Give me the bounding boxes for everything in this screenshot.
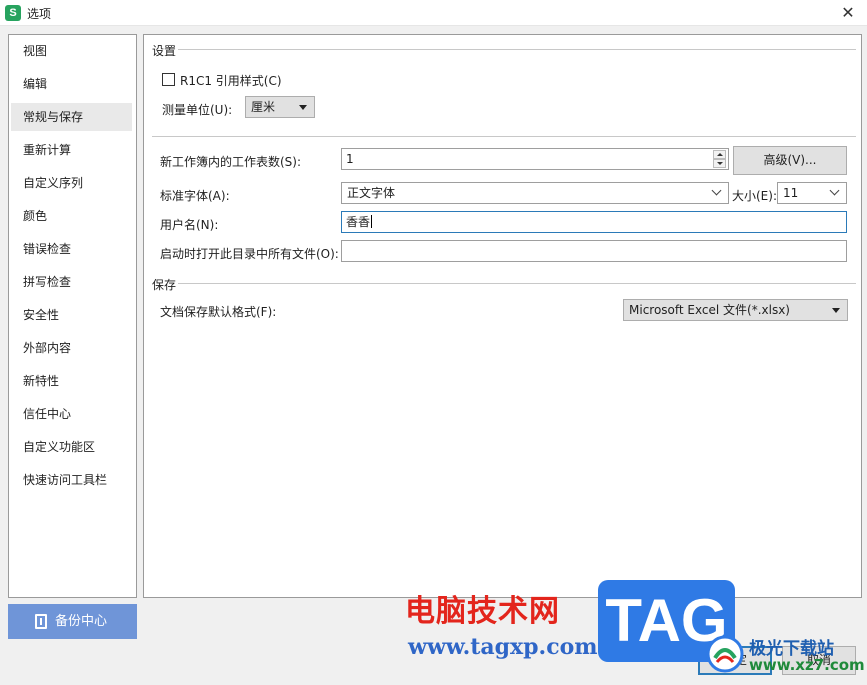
unit-label: 测量单位(U):: [162, 103, 233, 117]
spinner[interactable]: [713, 150, 726, 168]
sidebar-item-custom-lists[interactable]: 自定义序列: [11, 169, 132, 197]
save-divider: [178, 283, 856, 284]
backup-center-button[interactable]: 备份中心: [8, 604, 137, 639]
sidebar-item-error-check[interactable]: 错误检查: [11, 235, 132, 263]
r1c1-checkbox[interactable]: [162, 73, 175, 86]
title-bar: S 选项 ✕: [0, 0, 867, 26]
backup-center-label: 备份中心: [55, 614, 108, 629]
save-format-value: Microsoft Excel 文件(*.xlsx): [629, 303, 790, 317]
username-input[interactable]: 香香: [341, 211, 847, 233]
app-logo-icon: S: [5, 5, 21, 21]
sidebar-item-security[interactable]: 安全性: [11, 301, 132, 329]
save-format-select[interactable]: Microsoft Excel 文件(*.xlsx): [623, 299, 848, 321]
dropdown-arrow-icon: [299, 105, 307, 110]
sidebar-item-custom-ribbon[interactable]: 自定义功能区: [11, 433, 132, 461]
watermark-url: www.tagxp.com: [408, 634, 598, 660]
font-select[interactable]: 正文字体: [341, 182, 729, 204]
size-select-value: 11: [783, 186, 799, 200]
settings-section-title: 设置: [152, 44, 177, 58]
settings-divider: [178, 49, 856, 50]
startup-folder-label: 启动时打开此目录中所有文件(O):: [160, 247, 339, 261]
startup-folder-input[interactable]: [341, 240, 847, 262]
sheets-count-label: 新工作簿内的工作表数(S):: [160, 155, 302, 169]
sidebar-item-color[interactable]: 颜色: [11, 202, 132, 230]
aurora-logo-icon: [706, 635, 744, 673]
settings-panel: 设置 R1C1 引用样式(C) 测量单位(U): 厘米 新工作簿内的工作表数(S…: [143, 34, 862, 598]
unit-select-value: 厘米: [251, 100, 276, 114]
sidebar-item-new-features[interactable]: 新特性: [11, 367, 132, 395]
sidebar-item-external[interactable]: 外部内容: [11, 334, 132, 362]
watermark-site-url: www.xz7.com: [749, 656, 865, 674]
text-caret: [371, 215, 373, 228]
size-label: 大小(E):: [732, 189, 777, 203]
sidebar: 视图 编辑 常规与保存 重新计算 自定义序列 颜色 错误检查 拼写检查 安全性 …: [8, 34, 137, 598]
watermark-text: 电脑技术网: [405, 594, 560, 629]
sidebar-item-general-save[interactable]: 常规与保存: [11, 103, 132, 131]
watermark-site: 极光下载站 www.xz7.com: [705, 634, 865, 680]
save-section-title: 保存: [152, 278, 177, 292]
sidebar-item-spell-check[interactable]: 拼写检查: [11, 268, 132, 296]
sheets-count-value: 1: [346, 152, 354, 166]
sheets-count-stepper[interactable]: 1: [341, 148, 729, 170]
chevron-down-icon: [711, 185, 722, 196]
sidebar-item-quick-access[interactable]: 快速访问工具栏: [11, 466, 132, 494]
spin-up-icon[interactable]: [713, 150, 726, 159]
dropdown-arrow-icon: [832, 308, 840, 313]
r1c1-label: R1C1 引用样式(C): [180, 74, 282, 88]
unit-select[interactable]: 厘米: [245, 96, 315, 118]
save-format-label: 文档保存默认格式(F):: [160, 305, 277, 319]
username-label: 用户名(N):: [160, 218, 219, 232]
chevron-down-icon: [829, 185, 840, 196]
backup-doc-icon: [35, 614, 47, 629]
username-value: 香香: [346, 215, 371, 229]
close-icon[interactable]: ✕: [837, 2, 859, 24]
settings-divider-2: [152, 136, 856, 137]
window-title: 选项: [27, 7, 52, 21]
font-select-value: 正文字体: [347, 186, 396, 200]
sidebar-item-trust-center[interactable]: 信任中心: [11, 400, 132, 428]
sidebar-item-view[interactable]: 视图: [11, 37, 132, 65]
advanced-button[interactable]: 高级(V)...: [733, 146, 847, 175]
spin-down-icon[interactable]: [713, 159, 726, 168]
sidebar-item-recalculate[interactable]: 重新计算: [11, 136, 132, 164]
size-select[interactable]: 11: [777, 182, 847, 204]
font-label: 标准字体(A):: [160, 189, 230, 203]
sidebar-item-edit[interactable]: 编辑: [11, 70, 132, 98]
